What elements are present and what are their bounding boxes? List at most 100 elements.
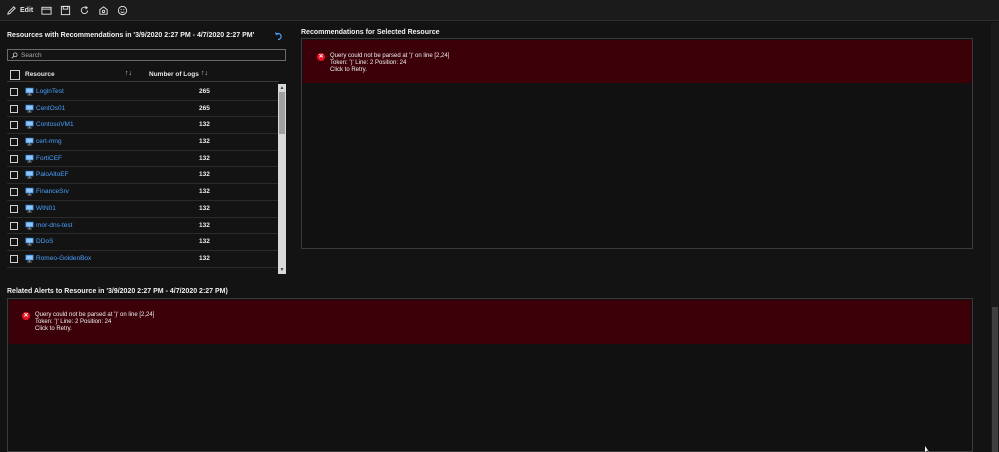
clone-button[interactable] <box>98 0 109 21</box>
mouse-cursor-icon <box>925 446 929 452</box>
resource-name-link[interactable]: mor-dns-test <box>36 222 72 229</box>
virtual-machine-icon <box>25 204 34 213</box>
table-row[interactable]: mor-dns-test 132 <box>7 218 279 235</box>
log-count: 132 <box>199 171 210 179</box>
list-scroll-thumb[interactable] <box>279 92 285 134</box>
sort-icon[interactable]: ↑↓ <box>201 70 208 77</box>
resource-column-header[interactable]: Resource <box>25 71 55 78</box>
virtual-machine-icon <box>25 187 34 196</box>
row-checkbox[interactable] <box>10 121 18 130</box>
feedback-icon <box>118 5 128 15</box>
virtual-machine-icon <box>25 137 34 146</box>
table-row[interactable]: FortiCEF 132 <box>7 151 279 168</box>
table-row[interactable]: CentOs01 265 <box>7 101 279 118</box>
error-line-2: Token: ')' Line: 2 Position: 24 <box>330 60 407 66</box>
edit-button[interactable]: Edit <box>6 0 33 21</box>
row-checkbox[interactable] <box>10 204 18 213</box>
row-checkbox[interactable] <box>10 221 18 230</box>
row-checkbox[interactable] <box>10 188 18 197</box>
feedback-button[interactable] <box>117 0 128 21</box>
edit-icon <box>7 5 16 15</box>
resource-name-link[interactable]: FinanceSrv <box>36 188 69 195</box>
scroll-down-icon[interactable]: ▼ <box>279 267 285 273</box>
search-input[interactable] <box>21 51 271 59</box>
resource-name-link[interactable]: cert-mng <box>36 138 62 145</box>
virtual-machine-icon <box>25 237 34 246</box>
log-count: 132 <box>199 188 210 196</box>
table-row[interactable]: LoginTest 265 <box>7 84 279 101</box>
refresh-button[interactable] <box>79 0 90 21</box>
search-box[interactable] <box>7 49 286 61</box>
save-icon <box>61 5 71 15</box>
virtual-machine-icon <box>25 104 34 113</box>
alerts-panel-title: Related Alerts to Resource in '3/9/2020 … <box>7 288 228 295</box>
clone-icon <box>99 5 108 15</box>
open-icon <box>41 6 52 15</box>
open-button[interactable] <box>41 0 52 21</box>
log-count: 132 <box>199 121 210 129</box>
resource-name-link[interactable]: CentOs01 <box>36 105 65 112</box>
retry-link[interactable]: Click to Retry. <box>330 67 367 74</box>
error-line-1: Query could not be parsed at ')' on line… <box>35 312 155 318</box>
sort-icon[interactable]: ↑↓ <box>125 70 132 77</box>
error-message[interactable]: ✕ Query could not be parsed at ')' on li… <box>303 40 972 83</box>
virtual-machine-icon <box>25 87 34 96</box>
page-scrollbar[interactable] <box>991 22 999 452</box>
table-row[interactable]: FinanceSrv 132 <box>7 184 279 201</box>
row-checkbox[interactable] <box>10 238 18 247</box>
toolbar: Edit <box>0 0 999 21</box>
retry-link[interactable]: Click to Retry. <box>35 326 72 333</box>
resource-name-link[interactable]: ContosoVM1 <box>36 121 74 128</box>
alerts-panel: ✕ Query could not be parsed at ')' on li… <box>7 298 973 452</box>
logs-column-header[interactable]: Number of Logs <box>149 71 199 78</box>
row-checkbox[interactable] <box>10 154 18 163</box>
log-count: 132 <box>199 238 210 246</box>
resource-name-link[interactable]: PaloAltoEF <box>36 171 69 178</box>
resource-list: LoginTest 265 CentOs01 265 ContosoVM1 132 cert… <box>7 84 279 274</box>
recommendations-panel-title: Recommendations for Selected Resource <box>301 29 440 36</box>
page-scroll-thumb[interactable] <box>992 307 998 452</box>
row-checkbox[interactable] <box>10 254 18 263</box>
resources-panel-title: Resources with Recommendations in '3/9/2… <box>7 32 255 39</box>
recommendations-panel: ✕ Query could not be parsed at ')' on li… <box>301 38 973 249</box>
refresh-icon[interactable] <box>274 31 284 44</box>
log-count: 265 <box>199 104 210 112</box>
resource-name-link[interactable]: Romeo-GoldenBox <box>36 255 91 262</box>
edit-label: Edit <box>20 6 34 14</box>
resource-name-link[interactable]: LoginTest <box>36 88 64 95</box>
scroll-up-icon[interactable]: ▲ <box>279 85 285 91</box>
select-all-checkbox[interactable] <box>10 70 20 80</box>
list-scrollbar[interactable]: ▲ ▼ <box>278 84 286 274</box>
row-checkbox[interactable] <box>10 138 18 147</box>
error-line-2: Token: ')' Line: 2 Position: 24 <box>35 319 112 325</box>
resource-name-link[interactable]: DDoS <box>36 238 53 245</box>
row-checkbox[interactable] <box>10 171 18 180</box>
resource-name-link[interactable]: WIN01 <box>36 205 56 212</box>
table-row[interactable]: ContosoVM1 132 <box>7 117 279 135</box>
virtual-machine-icon <box>25 171 34 179</box>
resource-name-link[interactable]: FortiCEF <box>36 155 62 162</box>
table-row[interactable]: Romeo-GoldenBox 132 <box>7 251 279 268</box>
virtual-machine-icon <box>25 121 34 129</box>
error-line-1: Query could not be parsed at ')' on line… <box>330 53 450 59</box>
search-icon <box>11 51 18 59</box>
refresh-icon <box>81 5 89 14</box>
virtual-machine-icon <box>25 154 34 163</box>
table-row[interactable]: cert-mng 132 <box>7 134 279 151</box>
virtual-machine-icon <box>25 221 34 229</box>
virtual-machine-icon <box>25 254 34 263</box>
save-button[interactable] <box>60 0 71 21</box>
error-icon: ✕ <box>22 312 30 320</box>
row-checkbox[interactable] <box>10 88 18 96</box>
error-message[interactable]: ✕ Query could not be parsed at ')' on li… <box>9 300 971 344</box>
grid-header: Resource ↑↓ Number of Logs ↑↓ <box>7 68 279 82</box>
log-count: 132 <box>199 254 210 262</box>
error-icon: ✕ <box>317 53 325 61</box>
table-row[interactable]: DDoS 132 <box>7 234 279 251</box>
table-row[interactable]: PaloAltoEF 132 <box>7 167 279 185</box>
log-count: 132 <box>199 204 210 212</box>
row-checkbox[interactable] <box>10 104 18 113</box>
log-count: 132 <box>199 138 210 146</box>
log-count: 132 <box>199 154 210 162</box>
table-row[interactable]: WIN01 132 <box>7 201 279 218</box>
